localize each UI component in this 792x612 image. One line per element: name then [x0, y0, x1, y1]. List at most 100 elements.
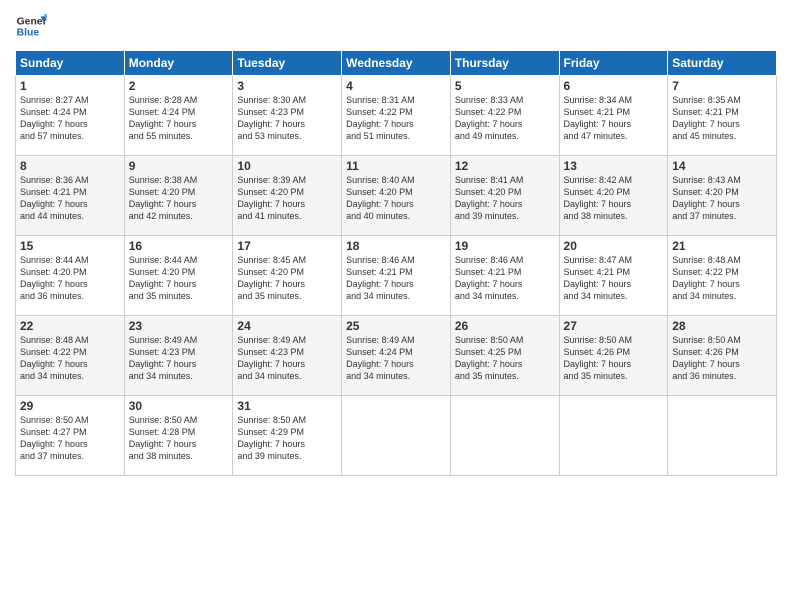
day-cell-10: 10Sunrise: 8:39 AM Sunset: 4:20 PM Dayli…: [233, 156, 342, 236]
day-number: 29: [20, 399, 120, 413]
day-info: Sunrise: 8:41 AM Sunset: 4:20 PM Dayligh…: [455, 174, 555, 223]
day-number: 11: [346, 159, 446, 173]
empty-cell: [450, 396, 559, 476]
day-cell-31: 31Sunrise: 8:50 AM Sunset: 4:29 PM Dayli…: [233, 396, 342, 476]
logo: General Blue: [15, 10, 47, 42]
day-number: 19: [455, 239, 555, 253]
empty-cell: [668, 396, 777, 476]
day-cell-11: 11Sunrise: 8:40 AM Sunset: 4:20 PM Dayli…: [342, 156, 451, 236]
day-cell-23: 23Sunrise: 8:49 AM Sunset: 4:23 PM Dayli…: [124, 316, 233, 396]
day-number: 10: [237, 159, 337, 173]
day-number: 7: [672, 79, 772, 93]
day-info: Sunrise: 8:45 AM Sunset: 4:20 PM Dayligh…: [237, 254, 337, 303]
day-info: Sunrise: 8:50 AM Sunset: 4:29 PM Dayligh…: [237, 414, 337, 463]
day-cell-1: 1Sunrise: 8:27 AM Sunset: 4:24 PM Daylig…: [16, 76, 125, 156]
day-cell-6: 6Sunrise: 8:34 AM Sunset: 4:21 PM Daylig…: [559, 76, 668, 156]
day-cell-9: 9Sunrise: 8:38 AM Sunset: 4:20 PM Daylig…: [124, 156, 233, 236]
day-info: Sunrise: 8:50 AM Sunset: 4:28 PM Dayligh…: [129, 414, 229, 463]
day-cell-4: 4Sunrise: 8:31 AM Sunset: 4:22 PM Daylig…: [342, 76, 451, 156]
day-info: Sunrise: 8:46 AM Sunset: 4:21 PM Dayligh…: [455, 254, 555, 303]
day-number: 30: [129, 399, 229, 413]
day-cell-25: 25Sunrise: 8:49 AM Sunset: 4:24 PM Dayli…: [342, 316, 451, 396]
day-number: 31: [237, 399, 337, 413]
calendar-header-row: SundayMondayTuesdayWednesdayThursdayFrid…: [16, 51, 777, 76]
day-info: Sunrise: 8:46 AM Sunset: 4:21 PM Dayligh…: [346, 254, 446, 303]
day-info: Sunrise: 8:49 AM Sunset: 4:23 PM Dayligh…: [129, 334, 229, 383]
day-header-tuesday: Tuesday: [233, 51, 342, 76]
day-cell-29: 29Sunrise: 8:50 AM Sunset: 4:27 PM Dayli…: [16, 396, 125, 476]
day-cell-30: 30Sunrise: 8:50 AM Sunset: 4:28 PM Dayli…: [124, 396, 233, 476]
day-number: 9: [129, 159, 229, 173]
day-number: 17: [237, 239, 337, 253]
day-number: 20: [564, 239, 664, 253]
week-row-4: 22Sunrise: 8:48 AM Sunset: 4:22 PM Dayli…: [16, 316, 777, 396]
day-cell-12: 12Sunrise: 8:41 AM Sunset: 4:20 PM Dayli…: [450, 156, 559, 236]
day-info: Sunrise: 8:48 AM Sunset: 4:22 PM Dayligh…: [672, 254, 772, 303]
day-info: Sunrise: 8:35 AM Sunset: 4:21 PM Dayligh…: [672, 94, 772, 143]
day-cell-19: 19Sunrise: 8:46 AM Sunset: 4:21 PM Dayli…: [450, 236, 559, 316]
day-cell-28: 28Sunrise: 8:50 AM Sunset: 4:26 PM Dayli…: [668, 316, 777, 396]
page: General Blue SundayMondayTuesdayWednesda…: [0, 0, 792, 612]
day-number: 25: [346, 319, 446, 333]
day-number: 3: [237, 79, 337, 93]
day-number: 23: [129, 319, 229, 333]
day-number: 15: [20, 239, 120, 253]
day-number: 28: [672, 319, 772, 333]
week-row-1: 1Sunrise: 8:27 AM Sunset: 4:24 PM Daylig…: [16, 76, 777, 156]
day-info: Sunrise: 8:42 AM Sunset: 4:20 PM Dayligh…: [564, 174, 664, 223]
day-info: Sunrise: 8:38 AM Sunset: 4:20 PM Dayligh…: [129, 174, 229, 223]
day-info: Sunrise: 8:50 AM Sunset: 4:27 PM Dayligh…: [20, 414, 120, 463]
day-info: Sunrise: 8:44 AM Sunset: 4:20 PM Dayligh…: [129, 254, 229, 303]
day-cell-24: 24Sunrise: 8:49 AM Sunset: 4:23 PM Dayli…: [233, 316, 342, 396]
header: General Blue: [15, 10, 777, 42]
day-cell-21: 21Sunrise: 8:48 AM Sunset: 4:22 PM Dayli…: [668, 236, 777, 316]
day-info: Sunrise: 8:40 AM Sunset: 4:20 PM Dayligh…: [346, 174, 446, 223]
day-cell-14: 14Sunrise: 8:43 AM Sunset: 4:20 PM Dayli…: [668, 156, 777, 236]
day-cell-13: 13Sunrise: 8:42 AM Sunset: 4:20 PM Dayli…: [559, 156, 668, 236]
day-info: Sunrise: 8:50 AM Sunset: 4:26 PM Dayligh…: [672, 334, 772, 383]
day-cell-16: 16Sunrise: 8:44 AM Sunset: 4:20 PM Dayli…: [124, 236, 233, 316]
day-number: 26: [455, 319, 555, 333]
day-info: Sunrise: 8:47 AM Sunset: 4:21 PM Dayligh…: [564, 254, 664, 303]
day-number: 5: [455, 79, 555, 93]
day-number: 21: [672, 239, 772, 253]
calendar-table: SundayMondayTuesdayWednesdayThursdayFrid…: [15, 50, 777, 476]
day-header-saturday: Saturday: [668, 51, 777, 76]
week-row-2: 8Sunrise: 8:36 AM Sunset: 4:21 PM Daylig…: [16, 156, 777, 236]
day-number: 12: [455, 159, 555, 173]
day-info: Sunrise: 8:44 AM Sunset: 4:20 PM Dayligh…: [20, 254, 120, 303]
day-number: 27: [564, 319, 664, 333]
day-header-friday: Friday: [559, 51, 668, 76]
week-row-3: 15Sunrise: 8:44 AM Sunset: 4:20 PM Dayli…: [16, 236, 777, 316]
day-number: 4: [346, 79, 446, 93]
day-number: 13: [564, 159, 664, 173]
day-number: 14: [672, 159, 772, 173]
day-info: Sunrise: 8:49 AM Sunset: 4:23 PM Dayligh…: [237, 334, 337, 383]
day-number: 16: [129, 239, 229, 253]
day-info: Sunrise: 8:34 AM Sunset: 4:21 PM Dayligh…: [564, 94, 664, 143]
day-info: Sunrise: 8:48 AM Sunset: 4:22 PM Dayligh…: [20, 334, 120, 383]
day-header-wednesday: Wednesday: [342, 51, 451, 76]
day-info: Sunrise: 8:49 AM Sunset: 4:24 PM Dayligh…: [346, 334, 446, 383]
day-cell-20: 20Sunrise: 8:47 AM Sunset: 4:21 PM Dayli…: [559, 236, 668, 316]
day-cell-2: 2Sunrise: 8:28 AM Sunset: 4:24 PM Daylig…: [124, 76, 233, 156]
day-info: Sunrise: 8:28 AM Sunset: 4:24 PM Dayligh…: [129, 94, 229, 143]
day-number: 24: [237, 319, 337, 333]
day-info: Sunrise: 8:50 AM Sunset: 4:25 PM Dayligh…: [455, 334, 555, 383]
day-cell-18: 18Sunrise: 8:46 AM Sunset: 4:21 PM Dayli…: [342, 236, 451, 316]
day-cell-5: 5Sunrise: 8:33 AM Sunset: 4:22 PM Daylig…: [450, 76, 559, 156]
day-number: 22: [20, 319, 120, 333]
week-row-5: 29Sunrise: 8:50 AM Sunset: 4:27 PM Dayli…: [16, 396, 777, 476]
day-info: Sunrise: 8:30 AM Sunset: 4:23 PM Dayligh…: [237, 94, 337, 143]
calendar-body: 1Sunrise: 8:27 AM Sunset: 4:24 PM Daylig…: [16, 76, 777, 476]
day-header-sunday: Sunday: [16, 51, 125, 76]
day-cell-26: 26Sunrise: 8:50 AM Sunset: 4:25 PM Dayli…: [450, 316, 559, 396]
logo-icon: General Blue: [15, 10, 47, 42]
day-number: 6: [564, 79, 664, 93]
day-cell-17: 17Sunrise: 8:45 AM Sunset: 4:20 PM Dayli…: [233, 236, 342, 316]
svg-text:Blue: Blue: [17, 28, 40, 39]
empty-cell: [559, 396, 668, 476]
day-info: Sunrise: 8:43 AM Sunset: 4:20 PM Dayligh…: [672, 174, 772, 223]
day-cell-8: 8Sunrise: 8:36 AM Sunset: 4:21 PM Daylig…: [16, 156, 125, 236]
day-number: 18: [346, 239, 446, 253]
